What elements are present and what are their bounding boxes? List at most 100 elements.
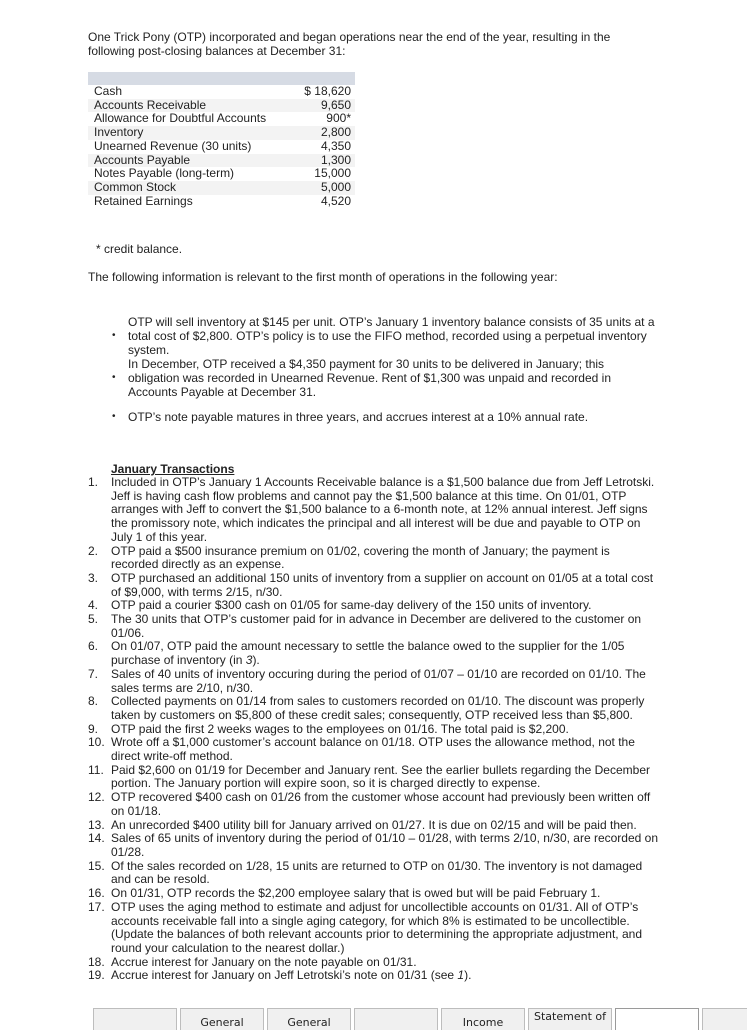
transaction-text: The 30 units that OTP’s customer paid fo… bbox=[111, 612, 642, 640]
transaction-text: OTP paid a courier $300 cash on 01/05 fo… bbox=[111, 598, 592, 613]
transaction-number: 8. bbox=[88, 694, 99, 709]
balance-row: Accounts Receivable 9,650 bbox=[88, 98, 355, 113]
transaction-text: Sales of 65 units of inventory during th… bbox=[111, 831, 659, 859]
january-transactions-list: 1. Included in OTP’s January 1 Accounts R… bbox=[88, 475, 658, 983]
bullet-icon: • bbox=[112, 330, 116, 341]
transaction-item: 5. The 30 units that OTP’s customer paid … bbox=[88, 612, 658, 640]
tab-general-3[interactable]: General bbox=[267, 1008, 351, 1030]
bullet-icon: • bbox=[112, 372, 116, 383]
tab-statement-of-6[interactable]: Statement of bbox=[528, 1008, 612, 1030]
account-amount: 1,300 bbox=[291, 153, 355, 168]
balance-row: Notes Payable (long-term) 15,000 bbox=[88, 167, 355, 181]
transaction-number: 14. bbox=[88, 831, 105, 846]
transaction-item: 12. OTP recovered $400 cash on 01/26 from… bbox=[88, 790, 658, 818]
transaction-text: An unrecorded $400 utility bill for Janu… bbox=[111, 817, 637, 832]
credit-balance-footnote: * credit balance. bbox=[96, 242, 183, 256]
account-amount: 9,650 bbox=[291, 98, 355, 113]
transaction-item: 7. Sales of 40 units of inventory occurin… bbox=[88, 666, 658, 695]
transaction-number: 1. bbox=[88, 475, 99, 489]
tab-blank-1[interactable] bbox=[93, 1008, 177, 1030]
transaction-item: 13. An unrecorded $400 utility bill for J… bbox=[88, 817, 658, 833]
transaction-number: 11. bbox=[88, 762, 104, 777]
account-name: Allowance for Doubtful Accounts bbox=[88, 112, 292, 127]
transaction-number: 2. bbox=[88, 543, 99, 558]
balance-row: Common Stock 5,000 bbox=[88, 180, 355, 195]
balance-row: Inventory 2,800 bbox=[88, 125, 355, 140]
transaction-number: 10. bbox=[88, 735, 105, 750]
tab-blank-8[interactable] bbox=[702, 1008, 747, 1030]
post-closing-balances-table: Cash $ 18,620 Accounts Receivable 9,650 Allo… bbox=[88, 72, 355, 209]
transaction-text: Of the sales recorded on 1/28, 15 units … bbox=[111, 858, 643, 887]
tab-blank-4[interactable] bbox=[354, 1008, 438, 1030]
transaction-number: 19. bbox=[88, 968, 105, 983]
balance-row: Unearned Revenue (30 units) 4,350 bbox=[88, 139, 355, 154]
info-lead-paragraph: The following information is relevant to… bbox=[88, 270, 558, 284]
tab-general-2[interactable]: General bbox=[180, 1008, 264, 1030]
transaction-number: 9. bbox=[88, 721, 99, 736]
balance-row: Cash $ 18,620 bbox=[88, 84, 355, 99]
balance-row: Retained Earnings 4,520 bbox=[88, 194, 355, 209]
transaction-number: 12. bbox=[88, 790, 105, 805]
transaction-item: 14. Sales of 65 units of inventory during… bbox=[88, 832, 658, 859]
transaction-item: 18. Accrue interest for January on the no… bbox=[88, 954, 658, 970]
transaction-text: Accrue interest for January on Jeff Letr… bbox=[111, 968, 458, 983]
intro-paragraph: One Trick Pony (OTP) incorporated and be… bbox=[88, 30, 611, 58]
transaction-text: Paid $2,600 on 01/19 for December and Ja… bbox=[111, 762, 650, 791]
account-name: Inventory bbox=[88, 125, 292, 140]
account-amount: 4,350 bbox=[291, 139, 355, 154]
transaction-number: 18. bbox=[88, 954, 105, 969]
info-bullet-text: In December, OTP received a $4,350 payme… bbox=[128, 357, 611, 399]
account-amount: 5,000 bbox=[291, 180, 355, 195]
transaction-text-end: ). bbox=[252, 653, 260, 668]
transaction-text: On 01/31, OTP records the $2,200 employe… bbox=[111, 886, 601, 901]
transaction-text: OTP recovered $400 cash on 01/26 from th… bbox=[111, 790, 651, 818]
transaction-item: 17. OTP uses the aging method to estimate… bbox=[88, 899, 658, 956]
info-bullet: • In December, OTP received a $4,350 paym… bbox=[110, 357, 658, 399]
january-transactions-heading: January Transactions bbox=[111, 462, 235, 476]
account-name: Retained Earnings bbox=[88, 194, 292, 209]
transaction-text: Included in OTP’s January 1 Accounts Rec… bbox=[111, 475, 655, 544]
transaction-item: 9. OTP paid the first 2 weeks wages to th… bbox=[88, 721, 658, 737]
transaction-item: 3. OTP purchased an additional 150 units … bbox=[88, 571, 658, 599]
transaction-number: 15. bbox=[88, 858, 105, 873]
transaction-item: 11. Paid $2,600 on 01/19 for December and… bbox=[88, 762, 658, 791]
account-name: Accounts Receivable bbox=[88, 98, 292, 113]
transaction-number: 17. bbox=[88, 899, 105, 914]
bullet-icon: • bbox=[112, 411, 116, 422]
account-amount: 15,000 bbox=[291, 167, 355, 181]
transaction-item: 6. On 01/07, OTP paid the amount necessar… bbox=[88, 640, 658, 667]
info-bullet-list: • OTP will sell inventory at $145 per uni… bbox=[110, 315, 658, 424]
transaction-number: 5. bbox=[88, 612, 99, 627]
transaction-number: 7. bbox=[88, 666, 99, 681]
account-amount: $ 18,620 bbox=[291, 84, 355, 99]
info-bullet: • OTP’s note payable matures in three yea… bbox=[110, 410, 658, 424]
account-name: Common Stock bbox=[88, 180, 292, 195]
tab-blank-7[interactable] bbox=[615, 1008, 699, 1030]
transaction-item: 4. OTP paid a courier $300 cash on 01/05 … bbox=[88, 598, 658, 613]
transaction-item: 8. Collected payments on 01/14 from sales… bbox=[88, 694, 658, 722]
transaction-text: OTP paid a $500 insurance premium on 01/… bbox=[111, 543, 610, 572]
account-name: Cash bbox=[88, 84, 292, 99]
transaction-item: 10. Wrote off a $1,000 customer’s account… bbox=[88, 736, 658, 763]
transaction-number: 16. bbox=[88, 886, 105, 901]
transaction-text: Sales of 40 units of inventory occuring … bbox=[111, 666, 646, 695]
transaction-item: 15. Of the sales recorded on 1/28, 15 uni… bbox=[88, 858, 658, 887]
worksheet-tab-bar: General General Income Statement of bbox=[93, 1008, 747, 1030]
info-bullet-text: OTP will sell inventory at $145 per unit… bbox=[128, 315, 655, 357]
transaction-item: 1. Included in OTP’s January 1 Accounts R… bbox=[88, 475, 658, 545]
account-amount: 4,520 bbox=[291, 194, 355, 209]
info-bullet: • OTP will sell inventory at $145 per uni… bbox=[110, 315, 658, 357]
transaction-number: 6. bbox=[88, 639, 99, 654]
tab-income-5[interactable]: Income bbox=[441, 1008, 525, 1030]
transaction-number: 13. bbox=[88, 817, 105, 832]
transaction-item: 19. Accrue interest for January on Jeff L… bbox=[88, 968, 658, 983]
transaction-text: Wrote off a $1,000 customer’s account ba… bbox=[111, 735, 635, 764]
transaction-text: Accrue interest for January on the note … bbox=[111, 954, 417, 969]
transaction-text: OTP uses the aging method to estimate an… bbox=[111, 899, 642, 955]
transaction-text: OTP paid the first 2 weeks wages to the … bbox=[111, 721, 569, 736]
info-bullet-text: OTP’s note payable matures in three year… bbox=[128, 410, 589, 424]
transaction-text-end: ). bbox=[464, 968, 472, 983]
balance-row: Allowance for Doubtful Accounts 900* bbox=[88, 112, 355, 127]
account-name: Accounts Payable bbox=[88, 153, 292, 168]
transaction-text: On 01/07, OTP paid the amount necessary … bbox=[111, 639, 625, 668]
